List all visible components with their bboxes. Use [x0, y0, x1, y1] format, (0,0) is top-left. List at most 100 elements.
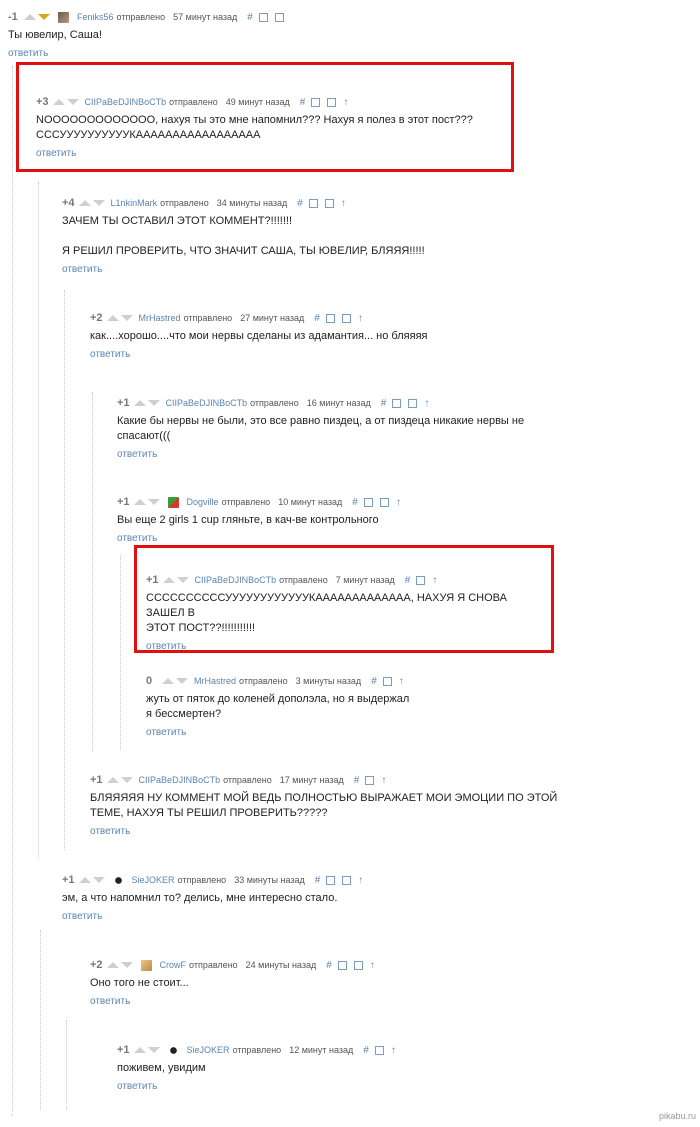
anchor-icon[interactable]: #: [371, 676, 377, 687]
upvote-icon[interactable]: [133, 400, 146, 406]
upvote-icon[interactable]: [106, 962, 119, 968]
avatar[interactable]: [112, 874, 124, 886]
downvote-icon[interactable]: [38, 14, 50, 20]
anchor-icon[interactable]: #: [315, 875, 321, 886]
anchor-icon[interactable]: #: [352, 497, 358, 508]
comment: +1 SieJOKER отправлено 12 минут назад # …: [117, 1043, 677, 1094]
save-icon[interactable]: [342, 875, 352, 885]
parent-arrow-icon[interactable]: ↑: [358, 875, 363, 886]
reply-link[interactable]: ответить: [90, 349, 130, 360]
parent-arrow-icon[interactable]: ↑: [424, 398, 429, 409]
save-icon[interactable]: [341, 313, 351, 323]
upvote-icon[interactable]: [106, 315, 119, 321]
comment-rating: +1: [62, 874, 75, 886]
comment-time: 12 минут назад: [289, 1045, 354, 1055]
upvote-icon[interactable]: [133, 499, 146, 505]
avatar[interactable]: [58, 11, 69, 23]
avatar[interactable]: [140, 959, 152, 971]
avatar[interactable]: [167, 496, 179, 508]
comment-author[interactable]: MrHastred: [194, 676, 236, 686]
collapse-icon[interactable]: [363, 497, 373, 507]
parent-arrow-icon[interactable]: ↑: [399, 676, 404, 687]
collapse-icon[interactable]: [326, 875, 336, 885]
save-icon[interactable]: [382, 676, 392, 686]
upvote-icon[interactable]: [133, 1047, 146, 1053]
comment-author[interactable]: SieJOKER: [132, 875, 175, 885]
collapse-icon[interactable]: [392, 398, 402, 408]
reply-link[interactable]: ответить: [117, 533, 157, 544]
comment: +2 CrowF отправлено 24 минуты назад # ↑ …: [90, 958, 670, 1009]
downvote-icon[interactable]: [120, 777, 133, 783]
anchor-icon[interactable]: #: [247, 12, 253, 23]
save-icon[interactable]: [274, 12, 284, 22]
reply-link[interactable]: ответить: [62, 264, 102, 275]
parent-arrow-icon[interactable]: ↑: [370, 960, 375, 971]
comment-author[interactable]: CIIPaBeDJINBoCTb: [166, 398, 248, 408]
comment-author[interactable]: Feniks56: [77, 12, 114, 22]
reply-link[interactable]: ответить: [146, 727, 186, 738]
comment-time: 57 минут назад: [173, 12, 238, 22]
collapse-icon[interactable]: [337, 960, 347, 970]
comment-author[interactable]: SieJOKER: [187, 1045, 230, 1055]
upvote-icon[interactable]: [24, 14, 36, 20]
parent-arrow-icon[interactable]: ↑: [358, 313, 363, 324]
reply-link[interactable]: ответить: [90, 826, 130, 837]
anchor-icon[interactable]: #: [326, 960, 332, 971]
comment-author[interactable]: MrHastred: [139, 313, 181, 323]
avatar[interactable]: [167, 1044, 179, 1056]
downvote-icon[interactable]: [92, 200, 105, 206]
downvote-icon[interactable]: [92, 877, 105, 883]
reply-link[interactable]: ответить: [117, 449, 157, 460]
collapse-icon[interactable]: [325, 313, 335, 323]
save-icon[interactable]: [365, 775, 375, 785]
comment-rating: +4: [62, 197, 75, 209]
comment-rating: +1: [117, 397, 130, 409]
comment: +1 CIIPaBeDJINBoCTb отправлено 17 минут …: [90, 773, 680, 839]
anchor-icon[interactable]: #: [381, 398, 387, 409]
comment-author[interactable]: CIIPaBeDJINBoCTb: [139, 775, 221, 785]
downvote-icon[interactable]: [147, 1047, 160, 1053]
comment-time: 24 минуты назад: [245, 960, 317, 970]
anchor-icon[interactable]: #: [354, 775, 360, 786]
sent-label: отправлено: [177, 875, 227, 885]
parent-arrow-icon[interactable]: ↑: [341, 198, 346, 209]
comment: +2 MrHastred отправлено 27 минут назад #…: [90, 311, 670, 362]
collapse-icon[interactable]: [258, 12, 268, 22]
save-icon[interactable]: [408, 398, 418, 408]
watermark: pikabu.ru: [658, 1111, 696, 1121]
downvote-icon[interactable]: [120, 315, 133, 321]
upvote-icon[interactable]: [78, 877, 91, 883]
parent-arrow-icon[interactable]: ↑: [396, 497, 401, 508]
reply-link[interactable]: ответить: [62, 911, 102, 922]
thread-line: [120, 555, 121, 750]
reply-link[interactable]: ответить: [90, 996, 130, 1007]
comment: +4 L1nkinMark отправлено 34 минуты назад…: [62, 196, 662, 277]
reply-link[interactable]: ответить: [117, 1081, 157, 1092]
anchor-icon[interactable]: #: [297, 198, 303, 209]
thread-line: [66, 1020, 67, 1110]
comment-author[interactable]: Dogville: [187, 497, 219, 507]
parent-arrow-icon[interactable]: ↑: [391, 1045, 396, 1056]
anchor-icon[interactable]: #: [314, 313, 320, 324]
upvote-icon[interactable]: [162, 678, 174, 684]
reply-link[interactable]: ответить: [8, 48, 48, 59]
collapse-icon[interactable]: [308, 198, 318, 208]
save-icon[interactable]: [353, 960, 363, 970]
comment-text: эм, а что напомнил то? делись, мне интер…: [62, 892, 338, 904]
upvote-icon[interactable]: [106, 777, 119, 783]
downvote-icon[interactable]: [147, 499, 160, 505]
downvote-icon[interactable]: [120, 962, 133, 968]
comment-rating: +1: [90, 774, 103, 786]
anchor-icon[interactable]: #: [363, 1045, 369, 1056]
comment-rating: +1: [117, 496, 130, 508]
comment-time: 33 минуты назад: [234, 875, 305, 885]
save-icon[interactable]: [374, 1045, 384, 1055]
comment-author[interactable]: L1nkinMark: [111, 198, 158, 208]
downvote-icon[interactable]: [147, 400, 160, 406]
save-icon[interactable]: [324, 198, 334, 208]
downvote-icon[interactable]: [176, 678, 188, 684]
parent-arrow-icon[interactable]: ↑: [381, 775, 386, 786]
comment-author[interactable]: CrowF: [160, 960, 187, 970]
upvote-icon[interactable]: [78, 200, 91, 206]
save-icon[interactable]: [379, 497, 389, 507]
